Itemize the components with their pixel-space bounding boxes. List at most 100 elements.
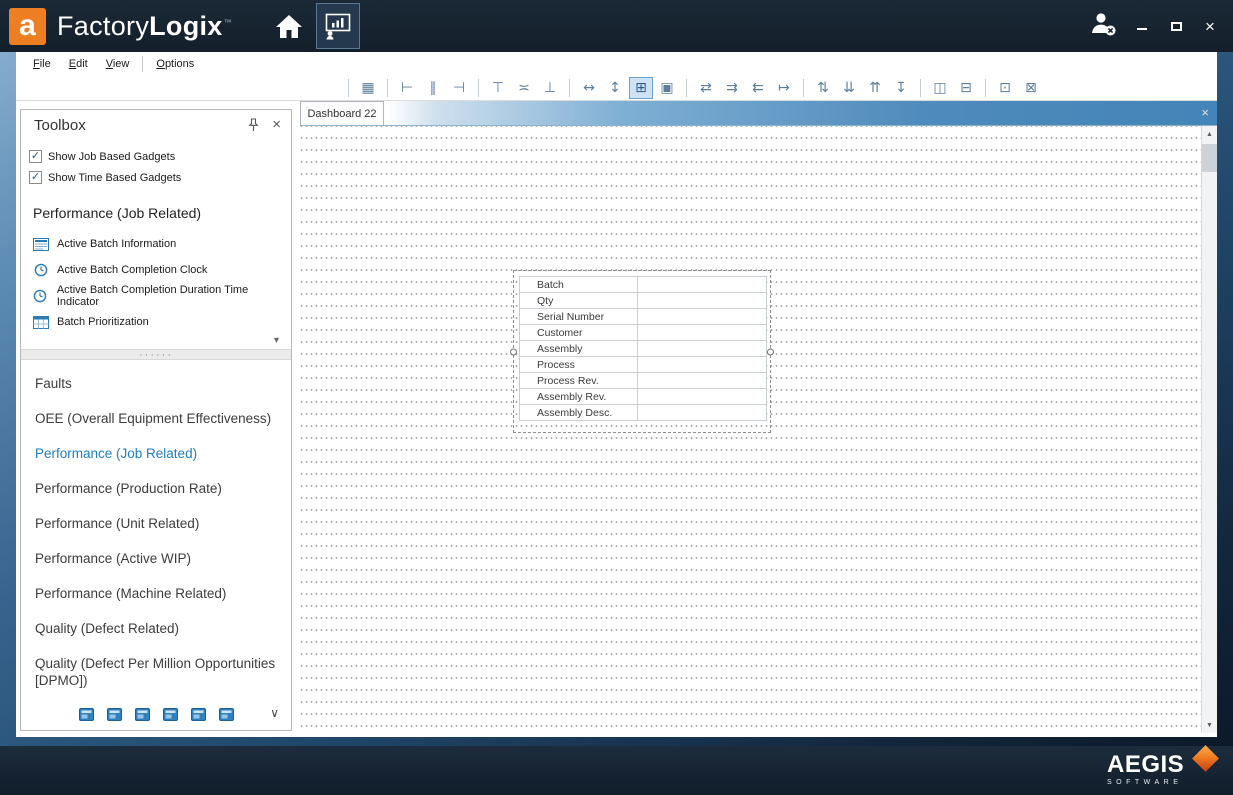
toolbox-splitter[interactable]: ······: [21, 349, 291, 360]
gadget-row-label: Qty: [520, 293, 638, 309]
category-shortcut-icons: [79, 708, 234, 721]
gadget-row-label: Serial Number: [520, 309, 638, 325]
gadget-icon[interactable]: [219, 708, 234, 721]
maximize-button[interactable]: [1167, 17, 1185, 35]
grid-icon: [33, 316, 49, 329]
gadget-row-label: Process: [520, 357, 638, 373]
align-middles-icon[interactable]: ≍: [512, 77, 536, 99]
make-same-size-icon[interactable]: ⊞: [629, 77, 653, 99]
make-same-height-icon[interactable]: ↕: [603, 77, 627, 99]
decrease-vertical-spacing-icon[interactable]: ⇈: [863, 77, 887, 99]
menu-file[interactable]: File: [24, 55, 60, 73]
menubar: FileEditView Options: [16, 52, 1217, 77]
dashboard-designer-icon[interactable]: [316, 3, 360, 49]
align-rights-icon[interactable]: ⊣: [447, 77, 471, 99]
category-list: FaultsOEE (Overall Equipment Effectivene…: [21, 360, 291, 698]
menu-view[interactable]: View: [97, 55, 139, 73]
snap-to-grid-icon[interactable]: ▦: [356, 77, 380, 99]
remove-horizontal-spacing-icon[interactable]: ↦: [772, 77, 796, 99]
maximize-icon: [1171, 22, 1182, 31]
splitter-dots: ······: [139, 352, 173, 358]
trademark: ™: [224, 18, 232, 27]
scrollbar-up-icon[interactable]: ▲: [1202, 126, 1218, 142]
center-horizontally-icon[interactable]: ◫: [928, 77, 952, 99]
center-vertically-icon[interactable]: ⊟: [954, 77, 978, 99]
close-button[interactable]: ×: [1201, 17, 1219, 35]
category-faults[interactable]: Faults: [21, 366, 291, 401]
toolbox-gadget-batch-prioritization[interactable]: Batch Prioritization: [21, 309, 291, 335]
batch-information-gadget[interactable]: BatchQtySerial NumberCustomerAssemblyPro…: [519, 276, 767, 421]
menu-options[interactable]: Options: [147, 55, 203, 73]
category-quality-defect-related[interactable]: Quality (Defect Related): [21, 611, 291, 646]
category-performance-job-related[interactable]: Performance (Job Related): [21, 436, 291, 471]
gadget-row: Assembly Desc.: [520, 405, 767, 421]
align-tops-icon[interactable]: ⊤: [486, 77, 510, 99]
tab-dashboard-22[interactable]: Dashboard 22: [300, 101, 384, 125]
toolbox-gadget-active-batch-completion-clock[interactable]: Active Batch Completion Clock: [21, 257, 291, 283]
increase-vertical-spacing-icon[interactable]: ⇊: [837, 77, 861, 99]
toolbar-separator: [920, 79, 921, 97]
gadget-icon[interactable]: [163, 708, 178, 721]
logo-letter: a: [19, 9, 36, 43]
design-canvas[interactable]: BatchQtySerial NumberCustomerAssemblyPro…: [300, 126, 1217, 733]
factorylogix-logo-icon: a: [9, 8, 46, 45]
gadget-label: Active Batch Completion Duration Time In…: [57, 284, 291, 308]
gadget-row-value: [637, 325, 766, 341]
checkbox-show-job-based-gadgets[interactable]: ✓Show Job Based Gadgets: [29, 146, 291, 167]
checkbox-box: ✓: [29, 171, 42, 184]
category-performance-machine-related[interactable]: Performance (Machine Related): [21, 576, 291, 611]
align-bottoms-icon[interactable]: ⊥: [538, 77, 562, 99]
size-to-grid-icon[interactable]: ▣: [655, 77, 679, 99]
gadget-label: Batch Prioritization: [57, 316, 149, 328]
resize-handle-right[interactable]: [767, 348, 774, 355]
scrollbar-thumb[interactable]: [1202, 144, 1218, 172]
gadget-row-value: [637, 405, 766, 421]
chevron-down-icon[interactable]: ∨: [270, 706, 279, 720]
category-oee-overall-equipment-effectiveness[interactable]: OEE (Overall Equipment Effectiveness): [21, 401, 291, 436]
gadget-row: Qty: [520, 293, 767, 309]
category-performance-unit-related[interactable]: Performance (Unit Related): [21, 506, 291, 541]
category-quality-defect-per-million-opportunities-dpmo[interactable]: Quality (Defect Per Million Opportunitie…: [21, 646, 291, 698]
align-centers-icon[interactable]: ∥: [421, 77, 445, 99]
toolbox-panel: Toolbox × ✓Show Job Based Gadgets✓Show T…: [20, 109, 292, 731]
menu-edit[interactable]: Edit: [60, 55, 97, 73]
align-lefts-icon[interactable]: ⊢: [395, 77, 419, 99]
gadget-label: Active Batch Completion Clock: [57, 264, 207, 276]
toolbox-gadget-active-batch-information[interactable]: Active Batch Information: [21, 231, 291, 257]
resize-handle-left[interactable]: [510, 348, 517, 355]
user-logout-icon[interactable]: [1089, 11, 1117, 42]
screen-icon: [33, 238, 49, 251]
layout-toolbar: ▦ ⊢∥⊣ ⊤≍⊥ ↔↕⊞▣ ⇄⇉⇇↦ ⇅⇊⇈↧ ◫⊟ ⊡⊠: [16, 77, 1217, 101]
make-same-width-icon[interactable]: ↔: [577, 77, 601, 99]
checkbox-label: Show Job Based Gadgets: [48, 151, 175, 163]
gadget-row-value: [637, 389, 766, 405]
bring-to-front-icon[interactable]: ⊡: [993, 77, 1017, 99]
toolbox-close-icon[interactable]: ×: [272, 118, 281, 132]
remove-vertical-spacing-icon[interactable]: ↧: [889, 77, 913, 99]
gadget-icon[interactable]: [135, 708, 150, 721]
gadget-icon[interactable]: [107, 708, 122, 721]
checkbox-show-time-based-gadgets[interactable]: ✓Show Time Based Gadgets: [29, 167, 291, 188]
scrollbar-down-icon[interactable]: ▼: [1202, 717, 1218, 733]
home-icon[interactable]: [270, 6, 308, 46]
toolbar-separator: [686, 79, 687, 97]
gadget-row: Serial Number: [520, 309, 767, 325]
canvas-vertical-scrollbar[interactable]: ▲ ▼: [1201, 126, 1217, 733]
aegis-logo: AEGIS SOFTWARE: [1107, 753, 1203, 786]
pin-icon[interactable]: [248, 118, 259, 132]
gadget-icon[interactable]: [191, 708, 206, 721]
toolbox-section-title: Performance (Job Related): [21, 190, 291, 231]
toolbar-separator: [985, 79, 986, 97]
decrease-horizontal-spacing-icon[interactable]: ⇇: [746, 77, 770, 99]
toolbox-gadget-active-batch-completion-duration-time-indicator[interactable]: Active Batch Completion Duration Time In…: [21, 283, 291, 309]
increase-horizontal-spacing-icon[interactable]: ⇉: [720, 77, 744, 99]
gadget-list-scroll-down-icon[interactable]: ▾: [274, 335, 279, 349]
gadget-icon[interactable]: [79, 708, 94, 721]
category-performance-production-rate[interactable]: Performance (Production Rate): [21, 471, 291, 506]
tab-close-icon[interactable]: ×: [1201, 105, 1209, 120]
category-performance-active-wip[interactable]: Performance (Active WIP): [21, 541, 291, 576]
make-vertical-spacing-equal-icon[interactable]: ⇅: [811, 77, 835, 99]
send-to-back-icon[interactable]: ⊠: [1019, 77, 1043, 99]
make-horizontal-spacing-equal-icon[interactable]: ⇄: [694, 77, 718, 99]
minimize-button[interactable]: [1133, 17, 1151, 35]
